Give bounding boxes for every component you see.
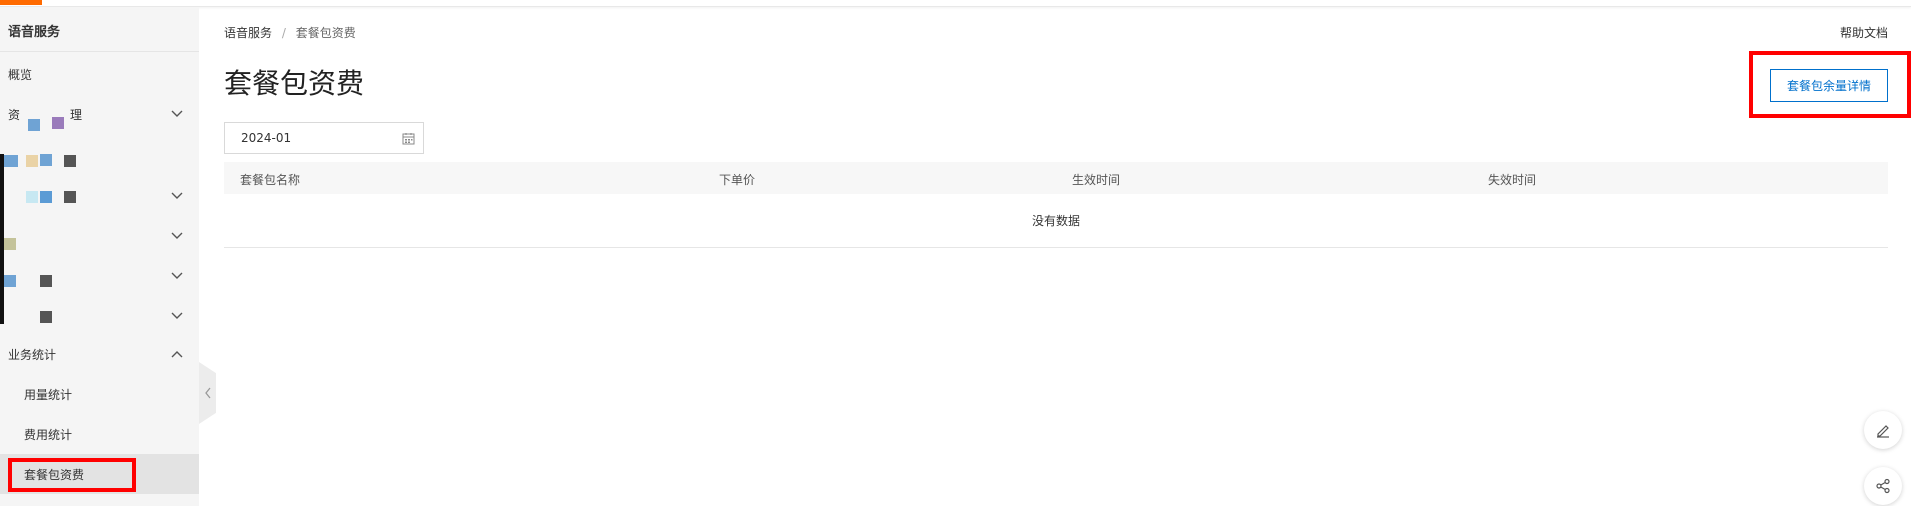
share-float-button[interactable]: [1864, 467, 1902, 505]
redacted-block: [40, 191, 52, 203]
sidebar-item-redacted[interactable]: [0, 214, 199, 254]
column-header-effective-time: 生效时间: [1072, 173, 1121, 187]
sidebar-item-redacted[interactable]: [0, 254, 199, 294]
sidebar: 语音服务 概览 资 理 业务统计 用量统计 费用统计 套餐包资费: [0, 7, 199, 506]
sidebar-item-label-suffix: 理: [70, 107, 83, 122]
redacted-block: [28, 119, 40, 131]
calendar-icon: [402, 133, 415, 145]
chevron-left-icon: [204, 387, 211, 399]
redacted-block: [64, 155, 76, 167]
pencil-icon: [1877, 425, 1889, 438]
remaining-details-button[interactable]: 套餐包余量详情: [1770, 69, 1888, 102]
breadcrumb: 语音服务 / 套餐包资费: [224, 24, 356, 41]
sidebar-item-redacted[interactable]: [0, 294, 199, 334]
chevron-down-icon: [171, 232, 183, 239]
sidebar-item-label: 用量统计: [24, 387, 73, 402]
redacted-block: [4, 275, 16, 287]
chevron-up-icon: [171, 351, 183, 358]
top-bar: [0, 0, 1911, 7]
chevron-down-icon: [171, 272, 183, 279]
redacted-strip: [0, 154, 4, 324]
sidebar-item-usage-statistics[interactable]: 用量统计: [0, 374, 199, 414]
sidebar-item-label: 业务统计: [8, 347, 57, 362]
redacted-block: [64, 191, 76, 203]
redacted-block: [26, 155, 38, 167]
breadcrumb-root[interactable]: 语音服务: [224, 26, 272, 40]
chevron-down-icon: [171, 110, 183, 117]
sidebar-item-business-statistics[interactable]: 业务统计: [0, 334, 199, 374]
sidebar-collapse-handle[interactable]: [199, 362, 216, 424]
redacted-block: [4, 238, 16, 250]
table-header: 套餐包名称 下单价 生效时间 失效时间: [224, 162, 1888, 194]
table-empty-row: 没有数据: [224, 194, 1888, 248]
brand-accent: [0, 0, 42, 5]
page-title: 套餐包资费: [224, 67, 365, 100]
sidebar-item-label: 资: [8, 107, 21, 122]
column-header-order-price: 下单价: [719, 173, 756, 187]
empty-state-text: 没有数据: [1031, 214, 1080, 228]
sidebar-item-overview[interactable]: 概览: [0, 54, 199, 94]
sidebar-item-label: 费用统计: [24, 427, 73, 442]
chevron-down-icon: [171, 312, 183, 319]
highlight-box: [8, 458, 136, 492]
sidebar-divider: [0, 51, 199, 52]
redacted-block: [40, 154, 52, 166]
breadcrumb-current: 套餐包资费: [295, 26, 356, 40]
redacted-block: [26, 191, 38, 203]
month-picker[interactable]: 2024-01: [224, 122, 424, 154]
sidebar-item-cost-statistics[interactable]: 费用统计: [0, 414, 199, 454]
breadcrumb-separator: /: [281, 26, 286, 40]
redacted-block: [40, 311, 52, 323]
share-icon: [1876, 478, 1890, 494]
redacted-block: [40, 275, 52, 287]
help-docs-link[interactable]: 帮助文档: [1840, 24, 1888, 41]
column-header-package-name: 套餐包名称: [240, 173, 301, 187]
chevron-down-icon: [171, 192, 183, 199]
edit-float-button[interactable]: [1864, 411, 1902, 449]
redacted-block: [52, 117, 64, 129]
sidebar-item-label: 概览: [8, 67, 33, 82]
package-table: 套餐包名称 下单价 生效时间 失效时间 没有数据: [224, 162, 1888, 248]
month-picker-value: 2024-01: [241, 131, 292, 145]
sidebar-item-redacted[interactable]: [0, 134, 199, 174]
column-header-expiry-time: 失效时间: [1488, 173, 1537, 187]
sidebar-title: 语音服务: [8, 25, 61, 40]
